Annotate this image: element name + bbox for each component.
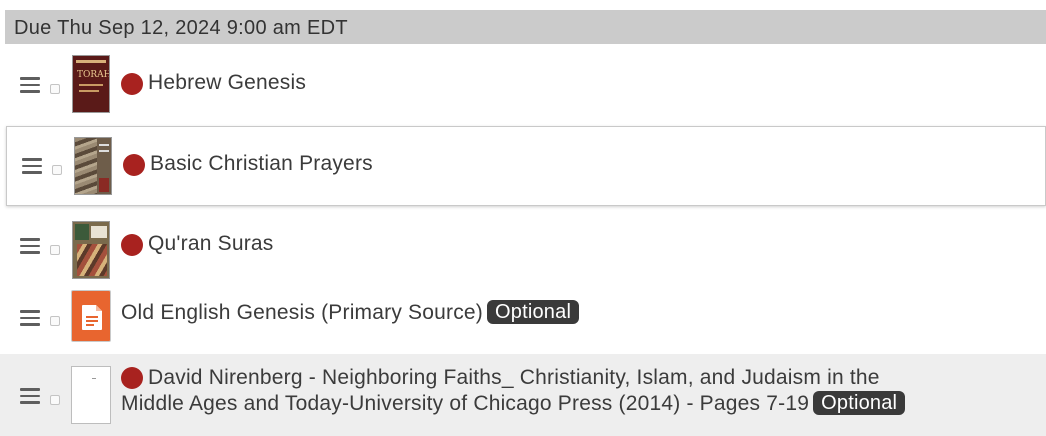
list-item[interactable]: Qu'ran Suras	[0, 210, 1046, 282]
item-title-text[interactable]: Old English Genesis (Primary Source)	[121, 301, 483, 324]
blank-pdf-thumbnail[interactable]	[71, 366, 111, 424]
status-dot-icon	[121, 234, 143, 256]
item-checkbox[interactable]	[50, 316, 60, 326]
status-dot-icon	[121, 73, 143, 95]
drag-handle-icon[interactable]	[22, 158, 42, 174]
item-checkbox[interactable]	[50, 245, 60, 255]
list-item[interactable]: TORAH Hebrew Genesis	[0, 46, 1046, 122]
optional-badge: Optional	[487, 300, 580, 324]
google-doc-icon[interactable]	[71, 290, 111, 342]
item-title-line1[interactable]: David Nirenberg - Neighboring Faiths_ Ch…	[121, 365, 1031, 391]
item-checkbox[interactable]	[50, 395, 60, 405]
book-cover-prayers-thumbnail[interactable]	[74, 137, 112, 195]
item-checkbox[interactable]	[52, 165, 62, 175]
book-cover-torah-thumbnail[interactable]: TORAH	[72, 55, 110, 113]
item-title[interactable]: Basic Christian Prayers	[150, 152, 373, 176]
item-title[interactable]: Qu'ran Suras	[148, 232, 273, 256]
drag-handle-icon[interactable]	[20, 238, 40, 254]
list-item-selected[interactable]: Basic Christian Prayers	[6, 126, 1046, 206]
list-item[interactable]: David Nirenberg - Neighboring Faiths_ Ch…	[0, 354, 1046, 436]
optional-badge: Optional	[813, 391, 906, 415]
item-title[interactable]: Hebrew Genesis	[148, 71, 306, 95]
item-checkbox[interactable]	[50, 84, 60, 94]
item-title[interactable]: David Nirenberg - Neighboring Faiths_ Ch…	[121, 365, 1031, 417]
list-item[interactable]: Old English Genesis (Primary Source) Opti…	[0, 282, 1046, 352]
book-cover-quran-thumbnail[interactable]	[72, 221, 110, 279]
due-date-header: Due Thu Sep 12, 2024 9:00 am EDT	[5, 10, 1046, 44]
drag-handle-icon[interactable]	[20, 77, 40, 93]
drag-handle-icon[interactable]	[20, 310, 40, 326]
status-dot-icon	[123, 154, 145, 176]
item-title-line2[interactable]: Middle Ages and Today-University of Chic…	[121, 392, 809, 415]
item-title[interactable]: Old English Genesis (Primary Source) Opti…	[121, 300, 580, 325]
drag-handle-icon[interactable]	[20, 388, 40, 404]
